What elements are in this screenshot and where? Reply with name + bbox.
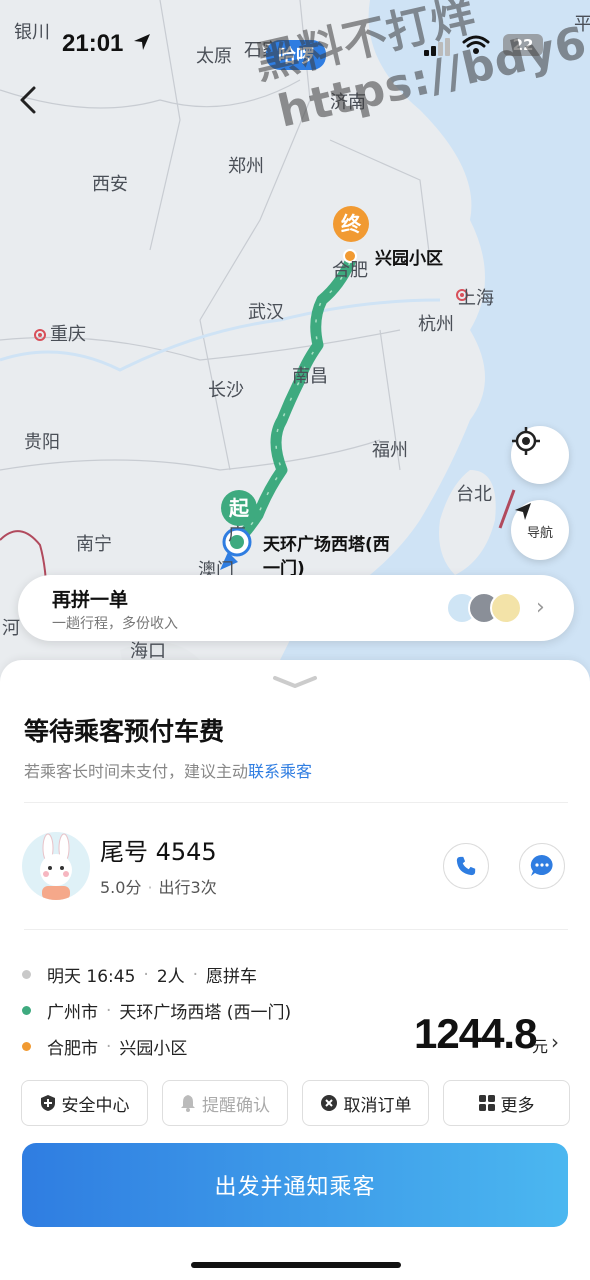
city-label: 贵阳 (24, 432, 60, 453)
contact-passenger-link[interactable]: 联系乘客 (248, 762, 312, 781)
grid-icon (478, 1095, 495, 1111)
city-label: 南宁 (76, 534, 112, 555)
message-button[interactable] (519, 843, 565, 889)
avatar (490, 592, 522, 624)
trip-time-row: 明天 16:45 · 2人 · 愿拼车 (22, 962, 257, 987)
city-label: 南昌 (292, 366, 328, 387)
call-button[interactable] (443, 843, 489, 889)
close-circle-icon (320, 1095, 337, 1111)
wifi-icon (462, 35, 490, 54)
city-label: 武汉 (248, 302, 284, 323)
fare-amount[interactable]: 1244.8 (414, 1010, 537, 1058)
avatar[interactable] (22, 832, 90, 900)
more-button[interactable]: 更多 (443, 1080, 570, 1126)
battery-icon: 22 (503, 34, 543, 56)
safety-center-button[interactable]: 安全中心 (21, 1080, 148, 1126)
city-label: 郑州 (228, 156, 264, 177)
location-arrow-icon (134, 34, 150, 50)
city-label: 合肥 (332, 260, 368, 281)
chevron-right-icon[interactable]: › (551, 1030, 559, 1054)
city-label: 西安 (92, 174, 128, 195)
city-label: 福州 (372, 440, 408, 461)
origin-dot (22, 1006, 31, 1015)
passenger-name: 尾号 4545 (100, 838, 217, 866)
phone-icon (456, 856, 476, 876)
shield-icon (40, 1095, 55, 1111)
chevron-right-icon: › (536, 595, 545, 620)
carpool-subtitle: 一趟行程，多份收入 (52, 616, 178, 632)
destination-label: 兴园小区 (375, 249, 443, 269)
sheet-title: 等待乘客预付车费 (24, 717, 225, 746)
origin-label-line1: 天环广场西塔(西 (263, 535, 390, 555)
carpool-again-card[interactable]: 再拼一单 一趟行程，多份收入 › (18, 575, 574, 641)
city-label: 济南 (330, 92, 366, 113)
home-indicator[interactable] (191, 1262, 401, 1268)
rabbit-avatar-icon (40, 833, 72, 900)
origin-marker: 起 (221, 490, 257, 526)
sheet-handle-icon[interactable] (271, 674, 319, 690)
depart-and-notify-button[interactable]: 出发并通知乘客 (22, 1143, 568, 1227)
capital-dot-icon (34, 329, 46, 341)
navigation-label: 导航 (526, 525, 553, 541)
city-label: 杭州 (418, 314, 454, 335)
passenger-avatars (446, 592, 526, 626)
city-label: 台北 (456, 484, 492, 505)
passenger-stats: 5.0分 · 出行3次 (100, 878, 217, 897)
cancel-order-button[interactable]: 取消订单 (302, 1080, 429, 1126)
back-icon[interactable] (10, 80, 46, 120)
city-label: 重庆 (34, 320, 86, 346)
crosshair-icon (512, 427, 540, 455)
city-label: 长沙 (208, 380, 244, 401)
trip-destination-row: 合肥市 · 兴园小区 (22, 1034, 187, 1059)
bullet-dot (22, 970, 31, 979)
remind-confirm-button[interactable]: 提醒确认 (162, 1080, 288, 1126)
status-time: 21:01 (62, 30, 124, 57)
trip-origin-row: 广州市 · 天环广场西塔 (西一门) (22, 998, 291, 1023)
cellular-signal-icon (424, 38, 450, 56)
bell-icon (181, 1095, 195, 1112)
locate-button[interactable] (511, 426, 569, 484)
navigation-arrow-icon (515, 503, 531, 520)
fare-unit: 元 (532, 1037, 549, 1056)
destination-dot (22, 1042, 31, 1051)
carpool-title: 再拼一单 (52, 589, 129, 611)
navigation-button[interactable]: 导航 (511, 500, 569, 560)
city-label: 河 (2, 618, 20, 639)
destination-marker: 终 (333, 206, 369, 242)
city-label: 上海 (458, 288, 494, 309)
divider (24, 802, 568, 803)
divider (24, 929, 568, 930)
app-indicator-pill[interactable]: 哈啰 (266, 40, 326, 70)
status-bar: 21:01 哈啰 22 (0, 22, 590, 70)
chat-bubble-icon (530, 854, 553, 876)
sheet-hint: 若乘客长时间未支付，建议主动联系乘客 (24, 762, 313, 781)
